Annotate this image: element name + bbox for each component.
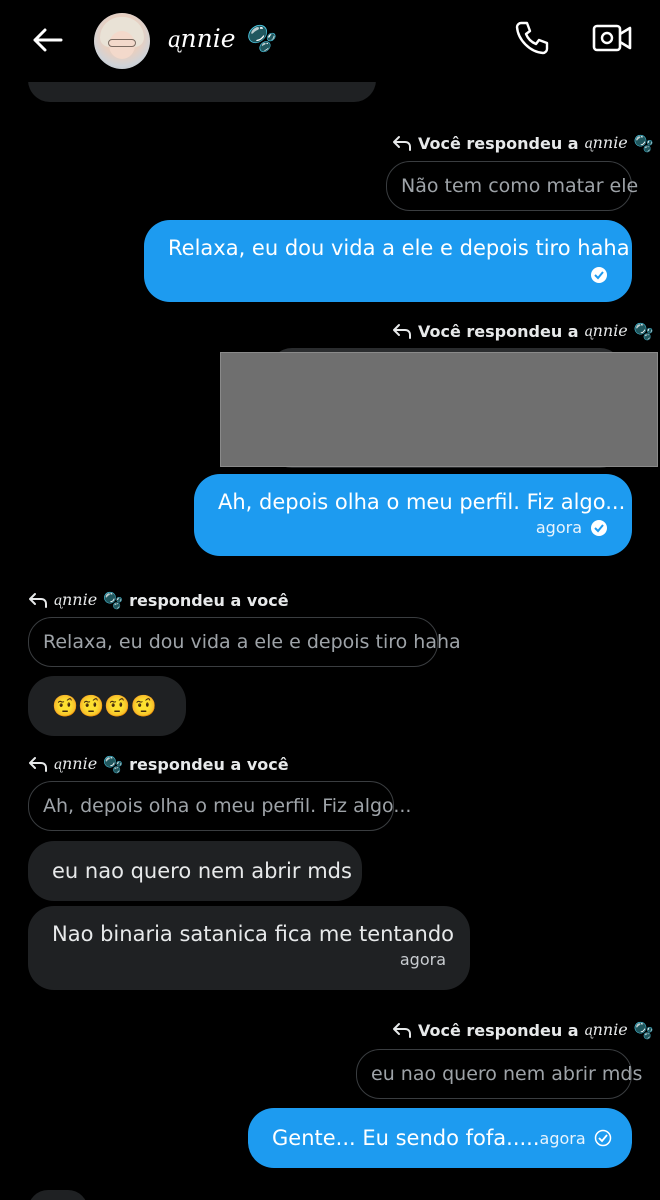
sent-check-icon (594, 1129, 611, 1147)
reply-context: Você respondeu a ᶏnnie 🫧 (392, 133, 654, 153)
reply-context: Você respondeu a ᶏnnie 🫧 (392, 321, 654, 341)
bubble-emoji: 🫧 (243, 24, 275, 53)
phone-icon[interactable] (512, 18, 552, 58)
outgoing-message[interactable]: Gente... Eu sendo fofa..... agora (248, 1108, 632, 1168)
back-arrow-icon[interactable] (28, 20, 68, 60)
timestamp: agora (535, 518, 582, 537)
quoted-message[interactable]: eu nao quero nem abrir mds (356, 1049, 642, 1099)
reply-arrow-icon (29, 757, 47, 772)
quoted-media-image[interactable] (220, 352, 658, 467)
timestamp: agora (399, 950, 446, 969)
quoted-message[interactable]: Ah, depois olha o meu perfil. Fiz algo..… (28, 781, 411, 831)
outgoing-message[interactable]: Ah, depois olha o meu perfil. Fiz algo..… (194, 474, 632, 556)
reply-arrow-icon (29, 593, 47, 608)
contact-name[interactable]: ᶏnnie 🫧 (168, 24, 275, 54)
reply-arrow-icon (393, 324, 411, 339)
quoted-message[interactable]: Relaxa, eu dou vida a ele e depois tiro … (28, 617, 461, 667)
read-check-icon (591, 267, 607, 283)
read-check-icon (591, 519, 607, 536)
reply-context: Você respondeu a ᶏnnie 🫧 (392, 1020, 654, 1040)
reply-arrow-icon (393, 136, 411, 151)
outgoing-message[interactable]: Relaxa, eu dou vida a ele e depois tiro … (144, 220, 632, 302)
incoming-message[interactable]: 🤨🤨🤨🤨 (28, 676, 186, 736)
incoming-message[interactable]: eu nao quero nem abrir mds (28, 841, 362, 901)
next-message-bubble (28, 1190, 88, 1200)
timestamp: agora (539, 1128, 586, 1148)
chat-header: ᶏnnie 🫧 (0, 0, 660, 82)
reply-context: ᶏnnie 🫧 respondeu a você (28, 590, 289, 610)
avatar[interactable] (94, 13, 150, 69)
incoming-message[interactable]: Nao binaria satanica fica me tentando ag… (28, 906, 470, 990)
video-camera-icon[interactable] (590, 18, 634, 58)
reply-context: ᶏnnie 🫧 respondeu a você (28, 754, 289, 774)
reply-arrow-icon (393, 1023, 411, 1038)
quoted-message[interactable]: Não tem como matar ele (386, 161, 638, 211)
